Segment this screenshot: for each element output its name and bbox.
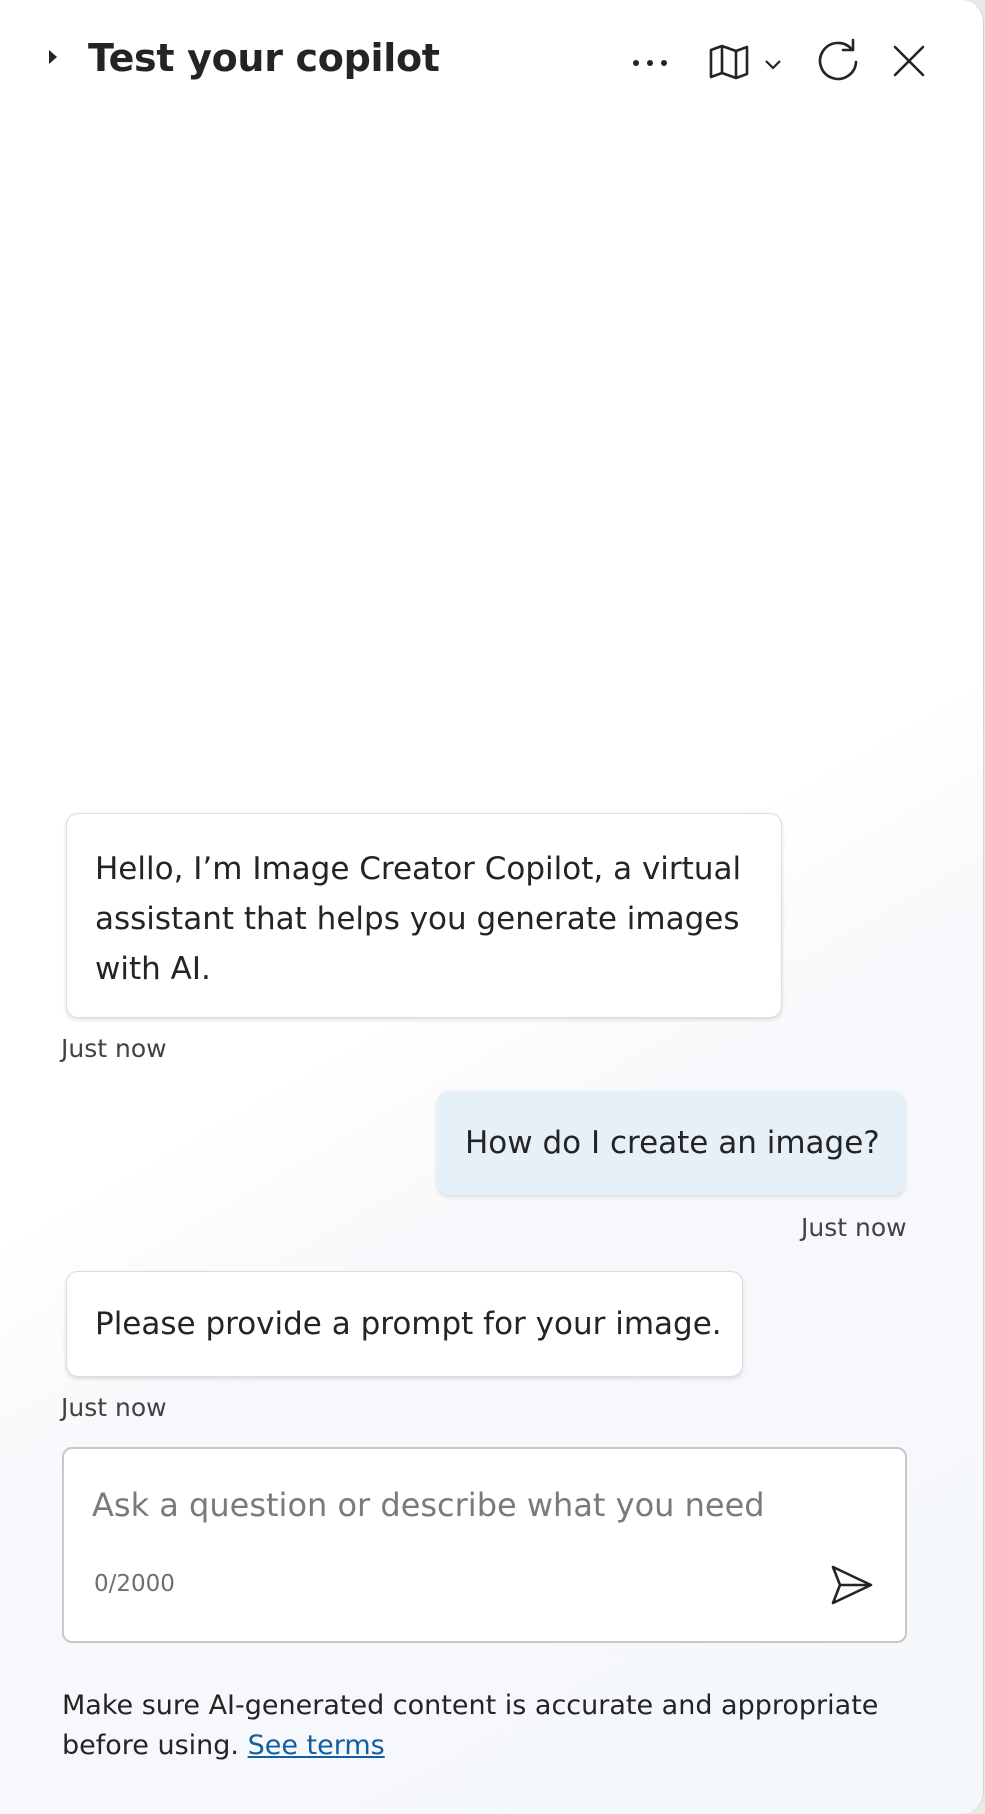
send-icon <box>830 1564 874 1610</box>
user-message-text: How do I create an image? <box>465 1125 880 1161</box>
chat-input[interactable] <box>92 1475 872 1535</box>
character-counter: 0/2000 <box>94 1571 175 1597</box>
bot-message: Hello, I’m Image Creator Copilot, a virt… <box>66 813 782 1018</box>
message-timestamp: Just now <box>61 1393 167 1422</box>
bot-message: Please provide a prompt for your image. <box>66 1271 743 1377</box>
bot-message-text: Hello, I’m Image Creator Copilot, a virt… <box>95 851 742 987</box>
expand-panel-button[interactable] <box>42 48 64 70</box>
more-icon <box>630 53 670 72</box>
message-composer: 0/2000 <box>62 1447 907 1643</box>
map-icon <box>708 43 750 85</box>
ai-disclaimer: Make sure AI-generated content is accura… <box>62 1686 922 1766</box>
panel-title: Test your copilot <box>88 36 440 80</box>
see-terms-link[interactable]: See terms <box>248 1730 385 1761</box>
refresh-button[interactable] <box>814 38 862 86</box>
map-menu-button[interactable] <box>702 40 788 88</box>
user-message: How do I create an image? <box>437 1091 905 1195</box>
message-timestamp: Just now <box>801 1213 907 1242</box>
test-copilot-panel: Test your copilot Hello, I’m Image Creat… <box>0 0 984 1814</box>
refresh-icon <box>815 37 861 87</box>
send-button[interactable] <box>824 1559 880 1615</box>
close-icon <box>892 44 926 82</box>
bot-message-text: Please provide a prompt for your image. <box>95 1306 722 1342</box>
close-button[interactable] <box>886 40 932 86</box>
caret-right-icon <box>46 48 60 70</box>
chevron-down-icon <box>764 55 782 74</box>
disclaimer-text: Make sure AI-generated content is accura… <box>62 1690 879 1761</box>
more-options-button[interactable] <box>628 42 672 82</box>
message-timestamp: Just now <box>61 1034 167 1063</box>
